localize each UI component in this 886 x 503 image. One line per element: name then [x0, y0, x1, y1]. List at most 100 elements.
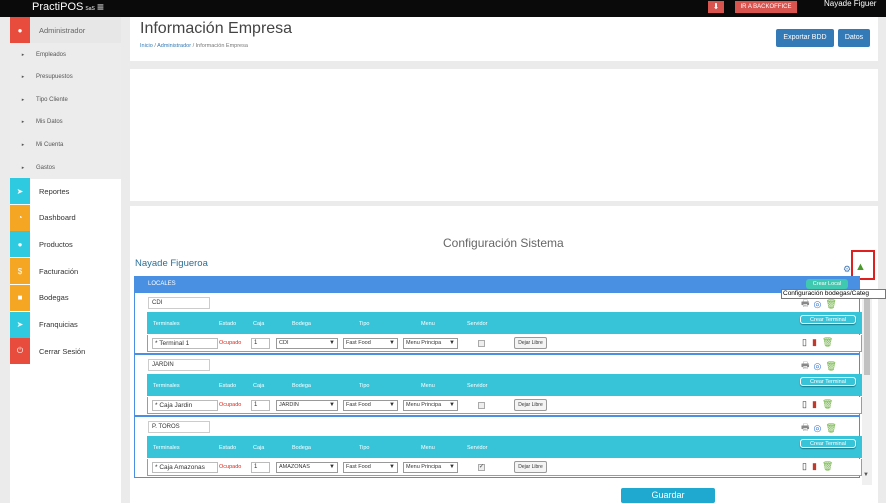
- sidebar-subitem[interactable]: ▸ Mi Cuenta: [10, 133, 121, 157]
- terminal-name-input[interactable]: * Terminal 1: [152, 338, 218, 349]
- brand-logo[interactable]: PractiPOS SaS: [32, 1, 95, 13]
- crear-local-button[interactable]: Crear Local: [806, 279, 848, 289]
- franchise-icon: ➤: [10, 311, 30, 338]
- dropdown-arrow-icon: ▼: [449, 402, 455, 408]
- tablet-icon[interactable]: ▯: [802, 337, 807, 348]
- sidebar-item[interactable]: ➤ Reportes: [10, 178, 121, 204]
- column-header: Bodega: [292, 383, 311, 389]
- backoffice-button[interactable]: IR A BACKOFFICE: [735, 1, 797, 13]
- servidor-checkbox[interactable]: [478, 402, 485, 409]
- dejar-libre-button[interactable]: Dejar Libre: [514, 399, 547, 411]
- sidebar-item[interactable]: ⏻ Cerrar Sesión: [10, 338, 121, 365]
- export-bdd-button[interactable]: Exportar BDD: [776, 29, 834, 47]
- menu-select[interactable]: Menu Principa ▼: [403, 400, 458, 411]
- warehouse-config-icon[interactable]: ▲: [855, 261, 866, 273]
- scrollbar-thumb[interactable]: [864, 295, 870, 375]
- local-name-input[interactable]: CDI: [148, 297, 210, 309]
- column-header: Caja: [253, 321, 265, 327]
- sidebar-subitem[interactable]: ▸ Empleados: [10, 43, 121, 66]
- sidebar-item[interactable]: ■ Bodegas: [10, 284, 121, 311]
- sidebar-subitem[interactable]: ▸ Mis Datos: [10, 110, 121, 134]
- menu-select[interactable]: Menu Principa ▼: [403, 338, 458, 349]
- chevron-right-icon: ▸: [21, 96, 25, 103]
- sidebar-item-label: Productos: [39, 239, 73, 249]
- column-header: Menu: [421, 445, 435, 451]
- bodega-select[interactable]: CDI ▼: [276, 338, 338, 349]
- search-icon[interactable]: ◎: [814, 423, 822, 434]
- sidebar-subitem[interactable]: ▸ Tipo Cliente: [10, 88, 121, 112]
- sidebar-item-label: Bodegas: [39, 293, 69, 303]
- crear-terminal-button[interactable]: Crear Terminal: [800, 315, 856, 324]
- terminal-name-input[interactable]: * Caja Jardin: [152, 400, 218, 411]
- sidebar-item[interactable]: ● Productos: [10, 231, 121, 258]
- gear-icon[interactable]: ⚙: [843, 264, 851, 275]
- page-header: Información Empresa Inicio / Administrad…: [130, 17, 878, 61]
- sidebar-item-label: Cerrar Sesión: [39, 346, 86, 356]
- sidebar-item-administrador[interactable]: ● Administrador: [10, 17, 121, 43]
- tipo-select[interactable]: Fast Food ▼: [343, 400, 398, 411]
- config-title: Configuración Sistema: [443, 236, 564, 250]
- dejar-libre-button[interactable]: Dejar Libre: [514, 337, 547, 349]
- sidebar-item[interactable]: $ Facturación: [10, 258, 121, 285]
- sidebar-item[interactable]: ➤ Franquicias: [10, 311, 121, 338]
- dropdown-arrow-icon: ▼: [329, 464, 335, 470]
- sidebar-item-label: Franquicias: [39, 320, 78, 329]
- menu-select[interactable]: Menu Principa ▼: [403, 462, 458, 473]
- tipo-select[interactable]: Fast Food ▼: [343, 338, 398, 349]
- bodega-select[interactable]: AMAZONAS ▼: [276, 462, 338, 473]
- user-name[interactable]: Nayade Figuer: [824, 0, 886, 8]
- delete-icon[interactable]: ▮: [812, 337, 817, 348]
- chevron-right-icon: ▸: [21, 164, 25, 171]
- breadcrumb-administrador[interactable]: Administrador: [157, 43, 191, 49]
- trash-icon[interactable]: 🗑: [825, 423, 836, 434]
- trash-icon[interactable]: 🗑: [825, 361, 836, 372]
- caja-input[interactable]: 1: [251, 462, 270, 473]
- sidebar-subitem[interactable]: ▸ Gastos: [10, 156, 121, 179]
- tipo-select[interactable]: Fast Food ▼: [343, 462, 398, 473]
- dejar-libre-button[interactable]: Dejar Libre: [514, 461, 547, 473]
- warehouse-icon: ■: [10, 284, 30, 311]
- printer-icon[interactable]: 🖶: [801, 358, 810, 374]
- datos-button[interactable]: Datos: [838, 29, 870, 47]
- dollar-icon: $: [10, 258, 30, 285]
- tablet-icon[interactable]: ▯: [802, 399, 807, 410]
- printer-icon[interactable]: 🖶: [801, 420, 810, 436]
- trash-icon[interactable]: 🗑: [822, 461, 833, 472]
- breadcrumb-inicio[interactable]: Inicio: [140, 43, 153, 49]
- delete-icon[interactable]: ▮: [812, 461, 817, 472]
- local-name-input[interactable]: P. TOROS: [148, 421, 210, 433]
- sidebar-subitem-label: Gastos: [36, 164, 56, 171]
- column-header: Menu: [421, 383, 435, 389]
- trash-icon[interactable]: 🗑: [825, 299, 836, 310]
- menu-toggle-icon[interactable]: ≡: [97, 0, 104, 14]
- crear-terminal-button[interactable]: Crear Terminal: [800, 377, 856, 386]
- trash-icon[interactable]: 🗑: [822, 399, 833, 410]
- sidebar: ● Administrador ▸ Empleados ▸ Presupuestos ▸…: [10, 17, 121, 503]
- servidor-checkbox[interactable]: ✓: [478, 464, 485, 471]
- search-icon[interactable]: ◎: [814, 361, 822, 372]
- crear-terminal-button[interactable]: Crear Terminal: [800, 439, 856, 448]
- caja-input[interactable]: 1: [251, 338, 270, 349]
- terminal-name-input[interactable]: * Caja Amazonas: [152, 462, 218, 473]
- sidebar-subitem-label: Mis Datos: [36, 119, 63, 126]
- sidebar-subitem[interactable]: ▸ Presupuestos: [10, 65, 121, 89]
- caja-input[interactable]: 1: [251, 400, 270, 411]
- local-name-input[interactable]: JARDIN: [148, 359, 210, 371]
- guardar-button[interactable]: Guardar: [621, 488, 715, 503]
- page-title: Información Empresa: [140, 20, 293, 37]
- scroll-down-icon[interactable]: ▼: [863, 472, 869, 478]
- sidebar-item-label: Facturación: [39, 266, 79, 276]
- bodega-select[interactable]: JARDIN ▼: [276, 400, 338, 411]
- column-header: Bodega: [292, 445, 311, 451]
- tablet-icon[interactable]: ▯: [802, 461, 807, 472]
- sidebar-item[interactable]: ◔ Dashboard: [10, 204, 121, 231]
- trash-icon[interactable]: 🗑: [822, 337, 833, 348]
- terminal-actions: ▯ ▮ 🗑: [802, 399, 833, 410]
- delete-icon[interactable]: ▮: [812, 399, 817, 410]
- sidebar-subitem-label: Empleados: [36, 51, 67, 58]
- search-icon[interactable]: ◎: [814, 299, 822, 310]
- download-button[interactable]: ⬇: [708, 1, 724, 13]
- terminal-status: Ocupado: [219, 402, 242, 408]
- dropdown-arrow-icon: ▼: [329, 340, 335, 346]
- servidor-checkbox[interactable]: [478, 340, 485, 347]
